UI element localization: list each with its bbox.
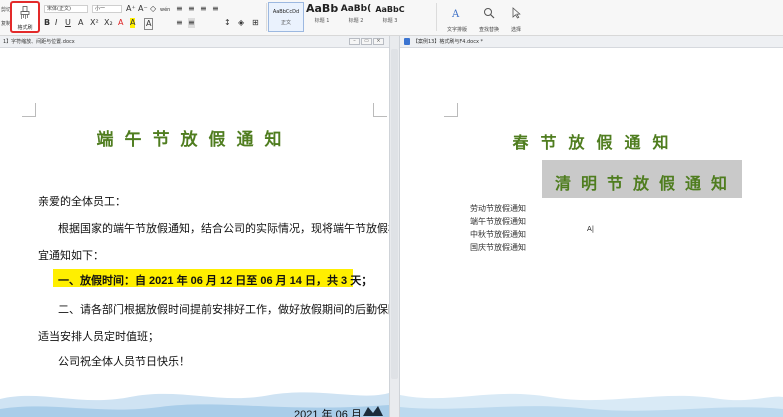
style-heading-3[interactable]: AaBbC 标题 3 [374, 2, 406, 32]
paragraph-line: 二、请各部门根据放假时间提前安排好工作，做好放假期间的后勤保障工作， [58, 304, 389, 316]
line-spacing-button[interactable]: ↕ [224, 18, 231, 28]
style-heading-1[interactable]: AaBb 标题 1 [306, 2, 338, 32]
subscript-button[interactable]: X₂ [104, 18, 113, 28]
char-border-button[interactable]: A [144, 18, 154, 30]
minimize-button[interactable]: – [349, 38, 360, 45]
date-text: 2021 年 06 月 [294, 409, 362, 417]
greeting-text: 亲爱的全体员工： [38, 196, 126, 208]
format-painter-button[interactable]: 格式刷 [10, 1, 40, 33]
style-heading-2[interactable]: AaBb( 标题 2 [340, 2, 372, 32]
list-item: 国庆节放假通知 [470, 243, 526, 252]
font-size-select[interactable]: 小一 [92, 5, 122, 13]
find-replace-button[interactable]: 查找替换 [476, 4, 502, 33]
align-left-button[interactable]: ≡ [176, 18, 183, 28]
restore-button[interactable]: ▭ [361, 38, 372, 45]
highlighted-item: 一、放假时间：自 2021 年 06 月 12 日至 06 月 14 日，共 3… [58, 275, 373, 287]
heading-qingming: 清明节放假通知 [554, 174, 737, 193]
decrease-indent-button[interactable]: ≡ [200, 4, 207, 14]
right-document-page[interactable]: 春节放假通知 清明节放假通知 劳动节放假通知 端午节放假通知 中秋节放假通知 国… [400, 49, 783, 417]
right-doc-title: 【案例13】格式刷与F4.docx * [413, 39, 484, 45]
highlight-button[interactable]: A [130, 18, 136, 28]
clear-format-button[interactable]: ◇ [150, 4, 156, 14]
bold-button[interactable]: B [44, 18, 50, 28]
strikethrough-button[interactable]: A [78, 18, 83, 28]
svg-text:A: A [451, 9, 460, 19]
paragraph-line: 根据国家的端午节放假通知，结合公司的实际情况，现将端午节放假相关事 [58, 223, 389, 235]
document-icon [404, 38, 410, 45]
page-corner-mark [373, 103, 387, 117]
ribbon-toolbar: 剪切 复制 格式刷 宋体(正文) 小一 A⁺ A⁻ ◇ wén B I U A … [0, 0, 783, 36]
style-normal[interactable]: AaBbCcDd 正文 [268, 2, 304, 32]
underline-button[interactable]: U [65, 18, 71, 28]
superscript-button[interactable]: X² [90, 18, 99, 28]
left-pane-scrollbar[interactable] [391, 49, 398, 379]
ribbon-separator [436, 3, 437, 31]
left-doc-title: 1】字符缩放、间距与位置.docx [3, 39, 75, 45]
increase-indent-button[interactable]: ≡ [212, 4, 219, 14]
paragraph-line: 适当安排人员定时值班； [38, 331, 159, 343]
heading-spring: 春节放假通知 [512, 133, 681, 152]
page-corner-mark [444, 103, 458, 117]
right-pane-header: 【案例13】格式刷与F4.docx * [400, 36, 783, 48]
paragraph-line: 宜通知如下： [38, 250, 104, 262]
left-document-page[interactable]: 端午节放假通知 亲爱的全体员工： 根据国家的端午节放假通知，结合公司的实际情况，… [0, 49, 389, 417]
decorative-wave [400, 393, 783, 417]
format-painter-label: 格式刷 [17, 25, 33, 31]
shrink-font-button[interactable]: A⁻ [138, 4, 148, 14]
cursor-arrow-icon [512, 7, 521, 19]
list-item: 劳动节放假通知 [470, 204, 526, 213]
align-center-button[interactable]: ≡ [188, 18, 195, 28]
closing-text: 公司祝全体人员节日快乐！ [58, 356, 190, 368]
pinyin-button[interactable]: wén [160, 5, 170, 15]
borders-button[interactable]: ⊞ [252, 18, 259, 28]
select-button[interactable]: 选择 [506, 4, 526, 33]
left-pane-header: 1】字符缩放、间距与位置.docx – ▭ × [0, 36, 389, 48]
text-cursor-mark: A| [587, 225, 595, 233]
close-button[interactable]: × [373, 38, 384, 45]
search-icon [484, 8, 495, 19]
numbered-list-button[interactable]: ≡ [188, 4, 195, 14]
italic-button[interactable]: I [55, 18, 57, 28]
list-item: 端午节放假通知 [470, 217, 526, 226]
shading-button[interactable]: ◈ [238, 18, 244, 28]
cursor-icon [363, 406, 383, 416]
grow-font-button[interactable]: A⁺ [126, 4, 136, 14]
text-tools-button[interactable]: A 文字排版 [444, 4, 470, 33]
bullet-list-button[interactable]: ≡ [176, 4, 183, 14]
text-layout-icon: A [451, 9, 460, 20]
doc-heading: 端午节放假通知 [96, 130, 293, 150]
brush-icon [20, 6, 30, 19]
page-corner-mark [22, 103, 36, 117]
list-item: 中秋节放假通知 [470, 230, 526, 239]
font-name-select[interactable]: 宋体(正文) [44, 5, 88, 13]
ribbon-separator [266, 3, 267, 31]
font-color-button[interactable]: A [118, 18, 123, 28]
